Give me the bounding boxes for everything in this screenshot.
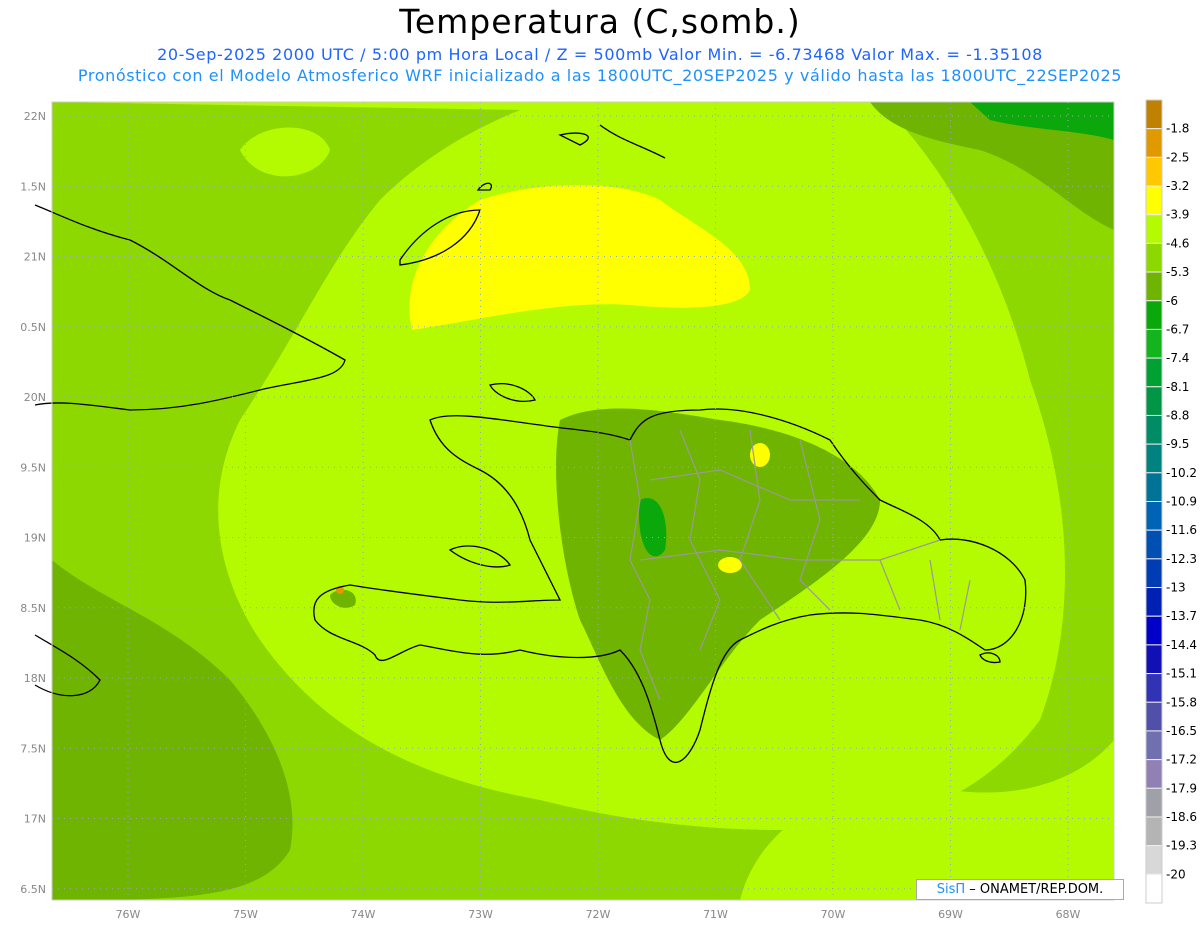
colorbar-label: -10.2 xyxy=(1166,466,1197,480)
colorbar-legend: -1.8 -2.5 -3.2 -3.9 -4.6 -5.3 -6 -6.7 -7.4 -8.1 -8… xyxy=(1145,99,1197,904)
lat-tick-label: 6.5N xyxy=(20,883,46,896)
colorbar-swatch xyxy=(1145,300,1163,330)
lon-tick-label: 70W xyxy=(821,908,846,921)
colorbar-label: -3.2 xyxy=(1166,179,1189,193)
lon-tick-label: 72W xyxy=(586,908,611,921)
lat-tick-label: 17N xyxy=(24,813,46,826)
colorbar-label: -11.6 xyxy=(1166,523,1197,537)
lon-tick-label: 73W xyxy=(468,908,493,921)
lon-tick-label: 71W xyxy=(703,908,728,921)
lat-tick-label: 0.5N xyxy=(20,321,46,334)
longitude-axis: 76W 75W 74W 73W 72W 71W 70W 69W 68W xyxy=(116,908,1081,921)
colorbar-swatch xyxy=(1145,816,1163,847)
colorbar-swatch xyxy=(1145,730,1163,761)
colorbar-label: -17.2 xyxy=(1166,753,1197,767)
colorbar-swatch xyxy=(1145,701,1163,732)
colorbar-label: -16.5 xyxy=(1166,724,1197,738)
lon-tick-label: 68W xyxy=(1056,908,1081,921)
credit-box: SisΠ – ONAMET/REP.DOM. xyxy=(916,879,1124,900)
colorbar-swatch xyxy=(1145,615,1163,646)
lon-tick-label: 76W xyxy=(116,908,141,921)
lon-tick-label: 74W xyxy=(351,908,376,921)
colorbar-label: -15.1 xyxy=(1166,667,1197,681)
colorbar-label: -4.6 xyxy=(1166,236,1189,250)
temperature-map: 22N 1.5N 21N 0.5N 20N 9.5N 19N 8.5N 18N 7.5N 17N 6.… xyxy=(20,99,1197,921)
colorbar-swatch xyxy=(1145,128,1163,158)
lat-tick-label: 21N xyxy=(24,251,46,264)
colorbar-label: -1.8 xyxy=(1166,122,1189,136)
colorbar-label: -18.6 xyxy=(1166,810,1197,824)
colorbar-swatch xyxy=(1145,472,1163,503)
colorbar-swatch xyxy=(1145,587,1163,617)
lat-tick-label: 22N xyxy=(24,110,46,123)
colorbar-swatch xyxy=(1145,873,1163,904)
colorbar-label: -13 xyxy=(1166,581,1186,595)
colorbar-swatch xyxy=(1145,644,1163,675)
colorbar-swatch xyxy=(1145,787,1163,818)
colorbar-label: -5.3 xyxy=(1166,265,1189,279)
subtitle-valid-time: 20-Sep-2025 2000 UTC / 5:00 pm Hora Loca… xyxy=(157,45,1043,64)
map-title: Temperatura (C,somb.) xyxy=(399,2,801,41)
colorbar-label: -17.9 xyxy=(1166,781,1197,795)
colorbar-label: -20 xyxy=(1166,867,1186,881)
lat-tick-label: 18N xyxy=(24,672,46,685)
colorbar-label: -7.4 xyxy=(1166,351,1189,365)
colorbar-label: -6 xyxy=(1166,294,1178,308)
lat-tick-label: 8.5N xyxy=(20,602,46,615)
colorbar-label: -12.3 xyxy=(1166,552,1197,566)
colorbar-swatch xyxy=(1145,845,1163,875)
colorbar-swatch xyxy=(1145,414,1163,445)
colorbar-swatch xyxy=(1145,156,1163,187)
colorbar-label: -14.4 xyxy=(1166,638,1197,652)
colorbar-label: -8.8 xyxy=(1166,408,1189,422)
colorbar-swatch xyxy=(1145,242,1163,273)
colorbar-swatch xyxy=(1145,328,1163,359)
colorbar-label: -8.1 xyxy=(1166,380,1189,394)
colorbar-label: -3.9 xyxy=(1166,208,1189,222)
colorbar-swatch xyxy=(1145,529,1163,560)
colorbar-swatch xyxy=(1145,443,1163,474)
colorbar-swatch xyxy=(1145,271,1163,302)
colorbar-label: -2.5 xyxy=(1166,150,1189,164)
colorbar-swatch xyxy=(1145,501,1163,531)
lat-tick-label: 9.5N xyxy=(20,461,46,474)
colorbar-label: -9.5 xyxy=(1166,437,1189,451)
subtitle-model-info: Pronóstico con el Modelo Atmosferico WRF… xyxy=(77,66,1123,85)
latitude-axis: 22N 1.5N 21N 0.5N 20N 9.5N 19N 8.5N 18N 7.5N 17N 6.… xyxy=(20,110,46,896)
colorbar-swatch xyxy=(1145,185,1163,216)
lat-tick-label: 20N xyxy=(24,391,46,404)
lon-tick-label: 75W xyxy=(233,908,258,921)
colorbar-label: -19.3 xyxy=(1166,839,1197,853)
sispi-logo: SisΠ xyxy=(936,882,966,897)
colorbar-label: -10.9 xyxy=(1166,495,1197,509)
colorbar-label: -13.7 xyxy=(1166,609,1197,623)
colorbar-label: -15.8 xyxy=(1166,695,1197,709)
colorbar-swatch xyxy=(1145,214,1163,244)
colorbar-swatch xyxy=(1145,673,1163,703)
colorbar-swatch xyxy=(1145,357,1163,388)
temperature-field xyxy=(52,102,1114,900)
colorbar-swatch xyxy=(1145,99,1163,130)
colorbar-label: -6.7 xyxy=(1166,322,1189,336)
colorbar-swatch xyxy=(1145,759,1163,789)
credit-org: – ONAMET/REP.DOM. xyxy=(969,882,1104,897)
lat-tick-label: 7.5N xyxy=(20,742,46,755)
lat-tick-label: 1.5N xyxy=(20,180,46,193)
colorbar-swatch xyxy=(1145,558,1163,589)
colorbar-swatch xyxy=(1145,386,1163,416)
lon-tick-label: 69W xyxy=(938,908,963,921)
lat-tick-label: 19N xyxy=(24,532,46,545)
